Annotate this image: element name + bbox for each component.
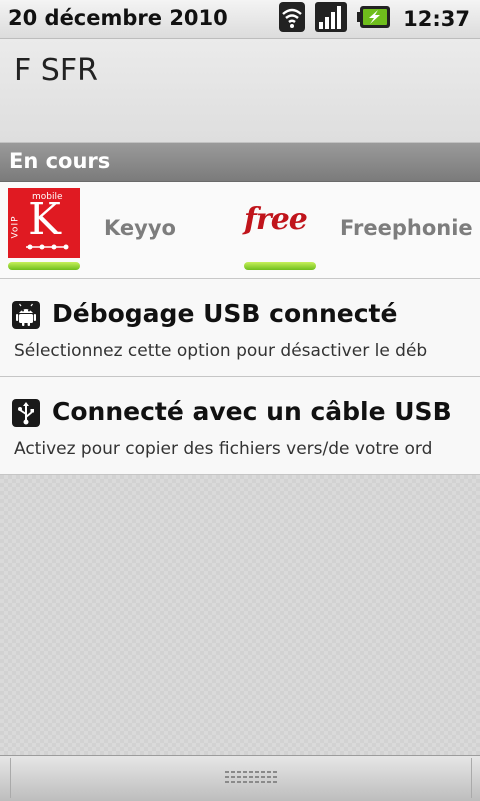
keyyo-logo-voip-text: VoIP — [10, 215, 21, 239]
notification-text: Sélectionnez cette option pour désactive… — [14, 341, 428, 361]
carrier-name: F SFR — [14, 53, 98, 88]
status-date: 20 décembre 2010 — [8, 6, 228, 30]
drag-handle-icon — [225, 768, 277, 790]
section-title: En cours — [9, 149, 111, 173]
keyyo-logo-dots — [26, 244, 69, 250]
android-debug-icon — [12, 301, 40, 329]
notification-text: Activez pour copier des fichiers vers/de… — [14, 439, 433, 459]
free-logo-text: free — [244, 202, 308, 237]
ongoing-app-keyyo[interactable]: VoIP mobile K Keyyo — [8, 188, 238, 274]
active-indicator — [244, 262, 316, 270]
ongoing-apps-row: VoIP mobile K Keyyo free Freephonie — [0, 182, 480, 279]
notification-usb-connected[interactable]: Connecté avec un câble USB Activez pour … — [0, 377, 480, 475]
ongoing-section-header: En cours — [0, 143, 480, 182]
notification-shade-handle[interactable] — [0, 755, 480, 801]
keyyo-logo-k-text: K — [28, 194, 61, 245]
notification-title: Débogage USB connecté — [52, 299, 398, 328]
active-indicator — [8, 262, 80, 270]
status-bar[interactable]: 20 décembre 2010 12:37 — [0, 0, 480, 39]
keyyo-logo-icon: VoIP mobile K — [8, 188, 80, 258]
carrier-panel: F SFR — [0, 39, 480, 143]
ongoing-app-freephonie[interactable]: free Freephonie — [244, 188, 474, 274]
wifi-icon — [279, 2, 306, 36]
app-label-freephonie: Freephonie — [340, 216, 473, 240]
notification-empty-area — [0, 475, 480, 755]
handle-frame — [10, 758, 472, 798]
status-time: 12:37 — [403, 7, 470, 31]
battery-charging-icon — [357, 5, 391, 33]
notification-title: Connecté avec un câble USB — [52, 397, 452, 426]
signal-bars-icon — [315, 2, 348, 36]
app-label-keyyo: Keyyo — [104, 216, 176, 240]
usb-icon — [12, 399, 40, 427]
status-icons: 12:37 — [279, 2, 470, 36]
notification-usb-debugging[interactable]: Débogage USB connecté Sélectionnez cette… — [0, 279, 480, 377]
free-logo-icon: free — [244, 188, 316, 258]
